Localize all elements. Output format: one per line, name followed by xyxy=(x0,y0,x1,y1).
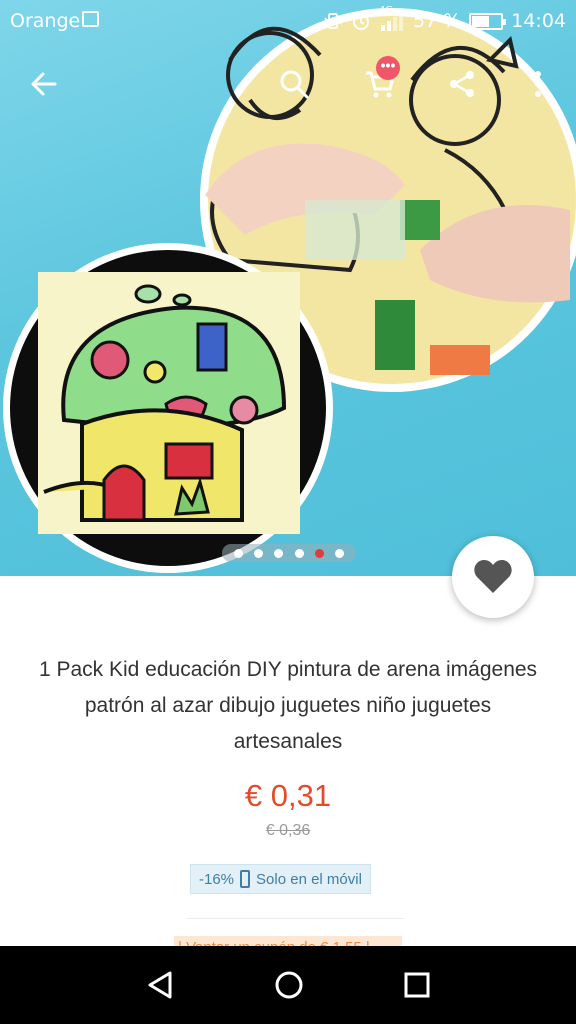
mobile-discount-badge: -16% Solo en el móvil xyxy=(190,864,371,894)
carousel-dot[interactable] xyxy=(253,548,263,558)
image-icon xyxy=(82,11,99,27)
carousel-indicator xyxy=(222,544,356,562)
nav-recents-button[interactable] xyxy=(394,962,440,1008)
carousel-dot[interactable] xyxy=(335,548,345,558)
vibrate-icon xyxy=(324,13,342,29)
battery-percent: 57 % xyxy=(412,10,462,32)
battery-icon xyxy=(469,12,507,30)
cart-badge: ••• xyxy=(376,56,400,80)
signal-icon: 4G xyxy=(379,5,405,31)
carousel-dot[interactable] xyxy=(274,548,284,558)
carousel-dot[interactable] xyxy=(294,548,304,558)
nav-back-icon xyxy=(148,971,172,999)
back-button[interactable] xyxy=(22,62,66,106)
share-icon xyxy=(450,71,474,97)
product-title: 1 Pack Kid educación DIY pintura de aren… xyxy=(38,658,538,753)
carrier-name: Orange xyxy=(10,10,81,32)
more-options-button[interactable] xyxy=(516,62,560,106)
original-price: € 0,36 xyxy=(265,822,311,839)
mobile-only-label: Solo en el móvil xyxy=(256,870,362,888)
cart-button[interactable]: ••• xyxy=(358,56,402,106)
search-button[interactable] xyxy=(272,62,316,106)
clock: 14:04 xyxy=(511,10,566,32)
nav-recents-icon xyxy=(404,972,430,998)
share-button[interactable] xyxy=(440,62,484,106)
back-arrow-icon xyxy=(31,72,57,96)
status-icons: 4G 57 % 14:04 xyxy=(323,5,566,32)
nav-back-button[interactable] xyxy=(138,962,184,1008)
favorite-button[interactable] xyxy=(452,536,534,618)
more-vertical-icon xyxy=(535,71,541,97)
discount-percent: -16% xyxy=(199,870,235,888)
phone-icon xyxy=(240,870,251,888)
carousel-dot[interactable] xyxy=(233,548,243,558)
search-icon xyxy=(280,70,309,99)
product-price: € 0,31 xyxy=(244,778,332,813)
carousel-dot[interactable] xyxy=(314,548,324,558)
system-navigation-bar xyxy=(0,946,576,1024)
alarm-icon xyxy=(352,14,369,30)
status-bar: Orange 4G 57 % 14:04 xyxy=(0,0,576,42)
heart-icon xyxy=(474,560,512,593)
divider xyxy=(186,918,404,919)
nav-home-button[interactable] xyxy=(266,962,312,1008)
nav-home-icon xyxy=(275,971,303,999)
